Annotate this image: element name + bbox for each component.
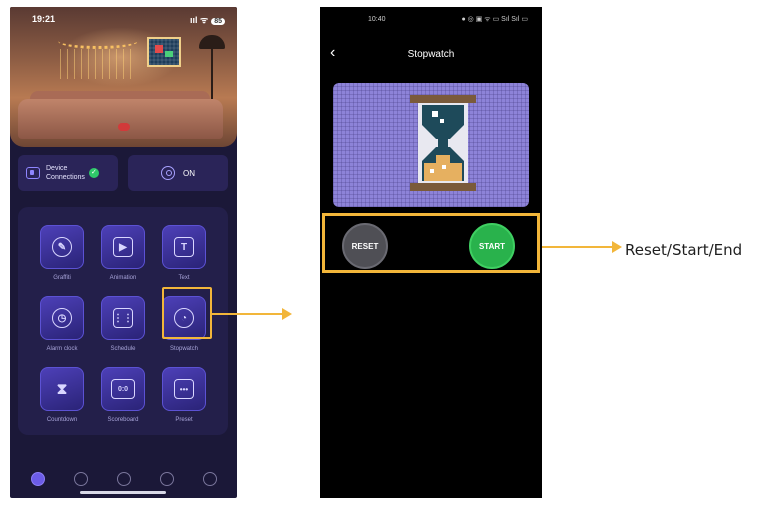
status-bar: 19:21 ııl ᯤ 85 — [10, 7, 237, 31]
feature-label: Graffiti — [53, 275, 71, 281]
feature-label: Schedule — [110, 346, 136, 352]
start-button[interactable]: START — [469, 223, 515, 269]
status-time: 19:21 — [32, 14, 56, 24]
feature-label: Countdown — [46, 417, 78, 423]
cloud-icon[interactable] — [116, 471, 131, 486]
status-time: 10:40 — [368, 15, 386, 23]
power-icon — [161, 166, 175, 180]
page-title: Stopwatch — [407, 49, 455, 60]
home-indicator — [80, 491, 166, 494]
power-toggle-button[interactable]: ON — [128, 155, 228, 191]
music-icon[interactable] — [159, 471, 174, 486]
tutorial-figure: 19:21 ııl ᯤ 85 Device Connections ✓ ON ✎ … — [0, 0, 776, 506]
scoreboard-icon: 0:0 — [111, 379, 135, 399]
feature-label: Text — [178, 275, 190, 281]
home-screen: 19:21 ııl ᯤ 85 Device Connections ✓ ON ✎ … — [10, 7, 237, 498]
power-state-label: ON — [183, 168, 195, 178]
callout-label: Reset/Start/End — [625, 241, 743, 259]
device-icon — [26, 167, 40, 179]
connection-row: Device Connections ✓ ON — [18, 155, 228, 191]
feature-label: Animation — [109, 275, 137, 281]
arrow-right-icon — [282, 308, 292, 320]
pixel-preview — [333, 83, 529, 207]
text-icon: T — [174, 237, 194, 257]
battery-icon: 85 — [211, 17, 225, 25]
brush-icon: ✎ — [52, 237, 72, 257]
status-icons: ııl ᯤ 85 — [190, 13, 225, 26]
pixel-display-image — [147, 37, 181, 67]
feature-preset[interactable]: ••• Preset — [156, 367, 212, 423]
arrow-right-icon — [612, 241, 622, 253]
device-connections-button[interactable]: Device Connections ✓ — [18, 155, 118, 191]
feature-label: Scoreboard — [107, 417, 139, 423]
stopwatch-highlight-box — [162, 287, 212, 339]
device-connections-label: Device Connections — [46, 165, 85, 181]
calendar-icon: ⋮⋮ — [113, 308, 133, 328]
film-icon: ▶ — [113, 237, 133, 257]
feature-label: Stopwatch — [169, 346, 199, 352]
feature-graffiti[interactable]: ✎ Graffiti — [34, 225, 90, 281]
home-icon[interactable] — [30, 471, 45, 486]
top-bar: ‹ Stopwatch — [320, 41, 542, 67]
status-bar: 10:40 ● ◎ ▣ ᯤ ▭ Sıl Sıl ▭ — [320, 7, 542, 31]
callout-line — [542, 246, 614, 248]
discover-icon[interactable] — [73, 471, 88, 486]
feature-alarm-clock[interactable]: ◷ Alarm clock — [34, 296, 90, 352]
feature-animation[interactable]: ▶ Animation — [95, 225, 151, 281]
chat-icon: ••• — [174, 379, 194, 399]
connector-line — [212, 313, 282, 315]
alarm-clock-icon: ◷ — [52, 308, 72, 328]
feature-countdown[interactable]: ⧗ Countdown — [34, 367, 90, 423]
hourglass-icon: ⧗ — [56, 380, 68, 398]
feature-label: Preset — [175, 417, 193, 423]
connected-check-icon: ✓ — [88, 168, 99, 178]
reset-button[interactable]: RESET — [342, 223, 388, 269]
feature-text[interactable]: T Text — [156, 225, 212, 281]
feature-schedule[interactable]: ⋮⋮ Schedule — [95, 296, 151, 352]
status-icons: ● ◎ ▣ ᯤ ▭ Sıl Sıl ▭ — [461, 15, 528, 23]
stopwatch-screen: 10:40 ● ◎ ▣ ᯤ ▭ Sıl Sıl ▭ ‹ Stopwatch RE… — [320, 7, 542, 498]
settings-icon[interactable] — [202, 471, 217, 486]
feature-label: Alarm clock — [46, 346, 78, 352]
feature-scoreboard[interactable]: 0:0 Scoreboard — [95, 367, 151, 423]
hourglass-icon — [410, 95, 476, 191]
